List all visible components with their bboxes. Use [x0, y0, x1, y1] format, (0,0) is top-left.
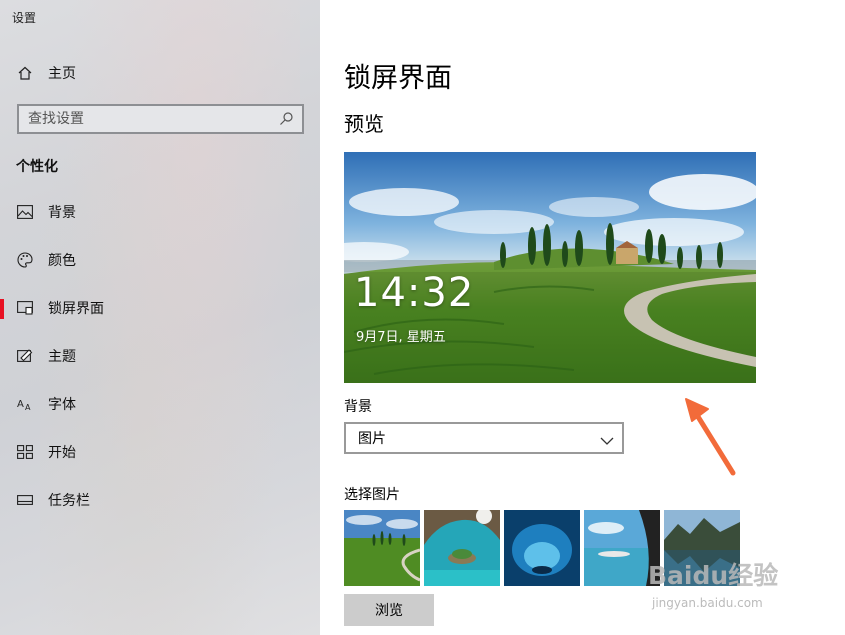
search-icon[interactable]	[278, 111, 294, 127]
lock-screen-icon	[16, 299, 34, 317]
nav-item-colors[interactable]: 颜色	[0, 242, 320, 278]
lock-screen-time: 14:32	[354, 270, 475, 316]
image-icon	[16, 203, 34, 221]
nav-item-themes[interactable]: 主题	[0, 338, 320, 374]
chevron-down-icon	[600, 432, 614, 445]
settings-sidebar: 设置 主页 个性化 背景 颜色 锁屏界面 主题	[0, 0, 320, 635]
watermark-url: jingyan.baidu.com	[652, 596, 763, 610]
nav-item-label: 字体	[48, 397, 76, 413]
background-label: 背景	[344, 399, 372, 415]
nav-item-label: 背景	[48, 205, 76, 221]
nav-item-label: 主题	[48, 349, 76, 365]
active-indicator	[0, 299, 4, 319]
window-title: 设置	[12, 11, 37, 25]
page-title: 锁屏界面	[344, 63, 452, 94]
lock-screen-preview: 14:32 9月7日, 星期五	[344, 152, 756, 383]
palette-icon	[16, 251, 34, 269]
nav-item-lock-screen[interactable]: 锁屏界面	[0, 290, 320, 326]
nav-home-label: 主页	[48, 66, 76, 82]
taskbar-icon	[16, 491, 34, 509]
browse-button[interactable]: 浏览	[344, 594, 434, 626]
background-dropdown[interactable]: 图片	[344, 422, 624, 454]
lock-screen-date: 9月7日, 星期五	[356, 330, 446, 345]
svg-text:A: A	[25, 403, 31, 411]
svg-text:A: A	[17, 399, 24, 410]
thumbnail-sea-cave[interactable]	[424, 510, 500, 586]
nav-item-fonts[interactable]: AA 字体	[0, 386, 320, 422]
landscape-image	[344, 152, 756, 383]
background-dropdown-value: 图片	[358, 431, 386, 447]
choose-picture-label: 选择图片	[344, 487, 400, 503]
annotation-arrow-icon	[685, 398, 736, 476]
nav-item-start[interactable]: 开始	[0, 434, 320, 470]
search-input[interactable]	[19, 106, 269, 132]
nav-item-label: 颜色	[48, 253, 76, 269]
nav-item-taskbar[interactable]: 任务栏	[0, 482, 320, 518]
font-icon: AA	[16, 395, 34, 413]
home-icon	[16, 64, 34, 82]
nav-item-background[interactable]: 背景	[0, 194, 320, 230]
thumbnail-ice-cave[interactable]	[504, 510, 580, 586]
watermark-logo: Baidu经验	[648, 561, 779, 590]
thumbnail-landscape[interactable]	[344, 510, 420, 586]
section-title-personalization: 个性化	[16, 159, 58, 175]
nav-home[interactable]: 主页	[0, 58, 320, 88]
start-icon	[16, 443, 34, 461]
theme-icon	[16, 347, 34, 365]
preview-heading: 预览	[344, 112, 384, 136]
settings-main: 锁屏界面 预览 14:32 9月7日, 星期五 背景 图片 选择图片 浏览	[320, 0, 845, 635]
search-box[interactable]	[17, 104, 304, 134]
nav-item-label: 锁屏界面	[48, 301, 104, 317]
nav-item-label: 任务栏	[48, 493, 90, 509]
nav-item-label: 开始	[48, 445, 76, 461]
